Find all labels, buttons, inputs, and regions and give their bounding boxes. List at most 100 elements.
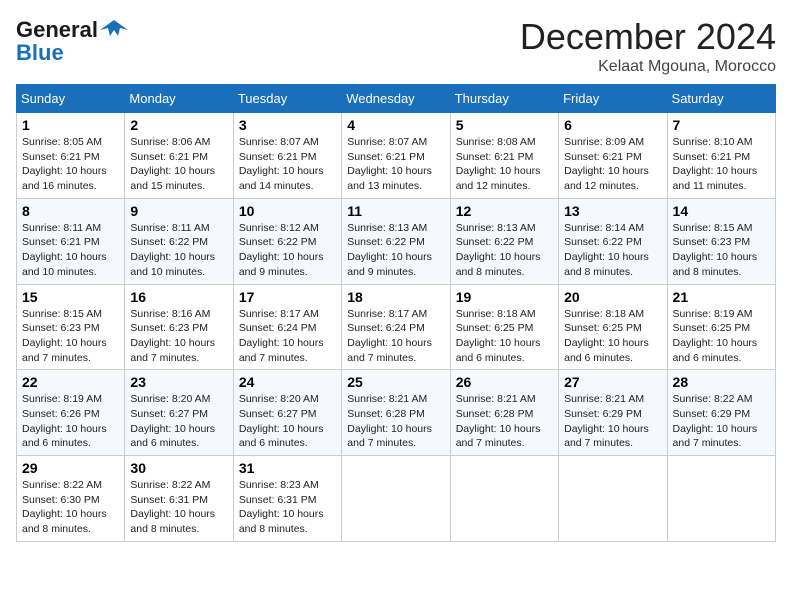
- day-info: Sunrise: 8:05 AM Sunset: 6:21 PM Dayligh…: [22, 135, 119, 194]
- calendar-cell: 11 Sunrise: 8:13 AM Sunset: 6:22 PM Dayl…: [342, 198, 450, 284]
- day-number: 20: [564, 289, 661, 305]
- day-number: 25: [347, 374, 444, 390]
- day-number: 8: [22, 203, 119, 219]
- day-info: Sunrise: 8:23 AM Sunset: 6:31 PM Dayligh…: [239, 478, 336, 537]
- calendar-cell: 10 Sunrise: 8:12 AM Sunset: 6:22 PM Dayl…: [233, 198, 341, 284]
- col-monday: Monday: [125, 85, 233, 113]
- day-info: Sunrise: 8:10 AM Sunset: 6:21 PM Dayligh…: [673, 135, 770, 194]
- day-number: 7: [673, 117, 770, 133]
- day-number: 26: [456, 374, 553, 390]
- day-number: 9: [130, 203, 227, 219]
- day-info: Sunrise: 8:18 AM Sunset: 6:25 PM Dayligh…: [564, 307, 661, 366]
- col-thursday: Thursday: [450, 85, 558, 113]
- day-info: Sunrise: 8:19 AM Sunset: 6:25 PM Dayligh…: [673, 307, 770, 366]
- calendar-cell: 4 Sunrise: 8:07 AM Sunset: 6:21 PM Dayli…: [342, 113, 450, 199]
- col-saturday: Saturday: [667, 85, 775, 113]
- calendar-cell: 17 Sunrise: 8:17 AM Sunset: 6:24 PM Dayl…: [233, 284, 341, 370]
- day-info: Sunrise: 8:11 AM Sunset: 6:22 PM Dayligh…: [130, 221, 227, 280]
- calendar-cell: 29 Sunrise: 8:22 AM Sunset: 6:30 PM Dayl…: [17, 456, 125, 542]
- calendar-cell: 27 Sunrise: 8:21 AM Sunset: 6:29 PM Dayl…: [559, 370, 667, 456]
- day-number: 13: [564, 203, 661, 219]
- day-info: Sunrise: 8:17 AM Sunset: 6:24 PM Dayligh…: [347, 307, 444, 366]
- day-info: Sunrise: 8:14 AM Sunset: 6:22 PM Dayligh…: [564, 221, 661, 280]
- calendar-cell: 13 Sunrise: 8:14 AM Sunset: 6:22 PM Dayl…: [559, 198, 667, 284]
- day-info: Sunrise: 8:06 AM Sunset: 6:21 PM Dayligh…: [130, 135, 227, 194]
- day-info: Sunrise: 8:21 AM Sunset: 6:28 PM Dayligh…: [456, 392, 553, 451]
- day-number: 21: [673, 289, 770, 305]
- day-number: 12: [456, 203, 553, 219]
- day-number: 28: [673, 374, 770, 390]
- day-info: Sunrise: 8:15 AM Sunset: 6:23 PM Dayligh…: [673, 221, 770, 280]
- logo: General Blue: [16, 16, 128, 66]
- col-friday: Friday: [559, 85, 667, 113]
- calendar-cell: 24 Sunrise: 8:20 AM Sunset: 6:27 PM Dayl…: [233, 370, 341, 456]
- calendar-row: 15 Sunrise: 8:15 AM Sunset: 6:23 PM Dayl…: [17, 284, 776, 370]
- title-block: December 2024 Kelaat Mgouna, Morocco: [520, 16, 776, 76]
- day-info: Sunrise: 8:17 AM Sunset: 6:24 PM Dayligh…: [239, 307, 336, 366]
- day-info: Sunrise: 8:09 AM Sunset: 6:21 PM Dayligh…: [564, 135, 661, 194]
- calendar-cell: 12 Sunrise: 8:13 AM Sunset: 6:22 PM Dayl…: [450, 198, 558, 284]
- page-header: General Blue December 2024 Kelaat Mgouna…: [16, 16, 776, 76]
- day-number: 29: [22, 460, 119, 476]
- day-info: Sunrise: 8:22 AM Sunset: 6:29 PM Dayligh…: [673, 392, 770, 451]
- day-info: Sunrise: 8:07 AM Sunset: 6:21 PM Dayligh…: [347, 135, 444, 194]
- calendar-cell: 9 Sunrise: 8:11 AM Sunset: 6:22 PM Dayli…: [125, 198, 233, 284]
- day-info: Sunrise: 8:21 AM Sunset: 6:29 PM Dayligh…: [564, 392, 661, 451]
- calendar-cell: 19 Sunrise: 8:18 AM Sunset: 6:25 PM Dayl…: [450, 284, 558, 370]
- day-number: 27: [564, 374, 661, 390]
- calendar-cell: 21 Sunrise: 8:19 AM Sunset: 6:25 PM Dayl…: [667, 284, 775, 370]
- calendar-cell: 28 Sunrise: 8:22 AM Sunset: 6:29 PM Dayl…: [667, 370, 775, 456]
- day-info: Sunrise: 8:16 AM Sunset: 6:23 PM Dayligh…: [130, 307, 227, 366]
- calendar-row: 22 Sunrise: 8:19 AM Sunset: 6:26 PM Dayl…: [17, 370, 776, 456]
- day-info: Sunrise: 8:08 AM Sunset: 6:21 PM Dayligh…: [456, 135, 553, 194]
- day-info: Sunrise: 8:11 AM Sunset: 6:21 PM Dayligh…: [22, 221, 119, 280]
- day-number: 5: [456, 117, 553, 133]
- day-info: Sunrise: 8:22 AM Sunset: 6:31 PM Dayligh…: [130, 478, 227, 537]
- calendar-cell: 7 Sunrise: 8:10 AM Sunset: 6:21 PM Dayli…: [667, 113, 775, 199]
- calendar-cell: [342, 456, 450, 542]
- calendar-cell: 31 Sunrise: 8:23 AM Sunset: 6:31 PM Dayl…: [233, 456, 341, 542]
- day-number: 3: [239, 117, 336, 133]
- day-info: Sunrise: 8:07 AM Sunset: 6:21 PM Dayligh…: [239, 135, 336, 194]
- day-number: 17: [239, 289, 336, 305]
- calendar-cell: 3 Sunrise: 8:07 AM Sunset: 6:21 PM Dayli…: [233, 113, 341, 199]
- calendar-row: 8 Sunrise: 8:11 AM Sunset: 6:21 PM Dayli…: [17, 198, 776, 284]
- day-info: Sunrise: 8:21 AM Sunset: 6:28 PM Dayligh…: [347, 392, 444, 451]
- day-number: 19: [456, 289, 553, 305]
- day-number: 23: [130, 374, 227, 390]
- day-info: Sunrise: 8:15 AM Sunset: 6:23 PM Dayligh…: [22, 307, 119, 366]
- col-sunday: Sunday: [17, 85, 125, 113]
- day-number: 30: [130, 460, 227, 476]
- calendar-cell: 5 Sunrise: 8:08 AM Sunset: 6:21 PM Dayli…: [450, 113, 558, 199]
- calendar-cell: 26 Sunrise: 8:21 AM Sunset: 6:28 PM Dayl…: [450, 370, 558, 456]
- day-number: 22: [22, 374, 119, 390]
- calendar-cell: [559, 456, 667, 542]
- day-info: Sunrise: 8:13 AM Sunset: 6:22 PM Dayligh…: [456, 221, 553, 280]
- calendar-header-row: Sunday Monday Tuesday Wednesday Thursday…: [17, 85, 776, 113]
- day-number: 2: [130, 117, 227, 133]
- day-info: Sunrise: 8:18 AM Sunset: 6:25 PM Dayligh…: [456, 307, 553, 366]
- calendar-table: Sunday Monday Tuesday Wednesday Thursday…: [16, 84, 776, 542]
- calendar-cell: [450, 456, 558, 542]
- calendar-cell: 18 Sunrise: 8:17 AM Sunset: 6:24 PM Dayl…: [342, 284, 450, 370]
- calendar-cell: 1 Sunrise: 8:05 AM Sunset: 6:21 PM Dayli…: [17, 113, 125, 199]
- day-info: Sunrise: 8:20 AM Sunset: 6:27 PM Dayligh…: [130, 392, 227, 451]
- col-tuesday: Tuesday: [233, 85, 341, 113]
- location-title: Kelaat Mgouna, Morocco: [520, 58, 776, 76]
- day-number: 31: [239, 460, 336, 476]
- day-number: 11: [347, 203, 444, 219]
- calendar-cell: 22 Sunrise: 8:19 AM Sunset: 6:26 PM Dayl…: [17, 370, 125, 456]
- day-number: 10: [239, 203, 336, 219]
- calendar-row: 29 Sunrise: 8:22 AM Sunset: 6:30 PM Dayl…: [17, 456, 776, 542]
- day-number: 15: [22, 289, 119, 305]
- day-number: 16: [130, 289, 227, 305]
- calendar-cell: 15 Sunrise: 8:15 AM Sunset: 6:23 PM Dayl…: [17, 284, 125, 370]
- day-info: Sunrise: 8:22 AM Sunset: 6:30 PM Dayligh…: [22, 478, 119, 537]
- day-info: Sunrise: 8:19 AM Sunset: 6:26 PM Dayligh…: [22, 392, 119, 451]
- calendar-cell: 14 Sunrise: 8:15 AM Sunset: 6:23 PM Dayl…: [667, 198, 775, 284]
- calendar-cell: 30 Sunrise: 8:22 AM Sunset: 6:31 PM Dayl…: [125, 456, 233, 542]
- day-number: 4: [347, 117, 444, 133]
- calendar-cell: 2 Sunrise: 8:06 AM Sunset: 6:21 PM Dayli…: [125, 113, 233, 199]
- calendar-cell: 20 Sunrise: 8:18 AM Sunset: 6:25 PM Dayl…: [559, 284, 667, 370]
- calendar-cell: 25 Sunrise: 8:21 AM Sunset: 6:28 PM Dayl…: [342, 370, 450, 456]
